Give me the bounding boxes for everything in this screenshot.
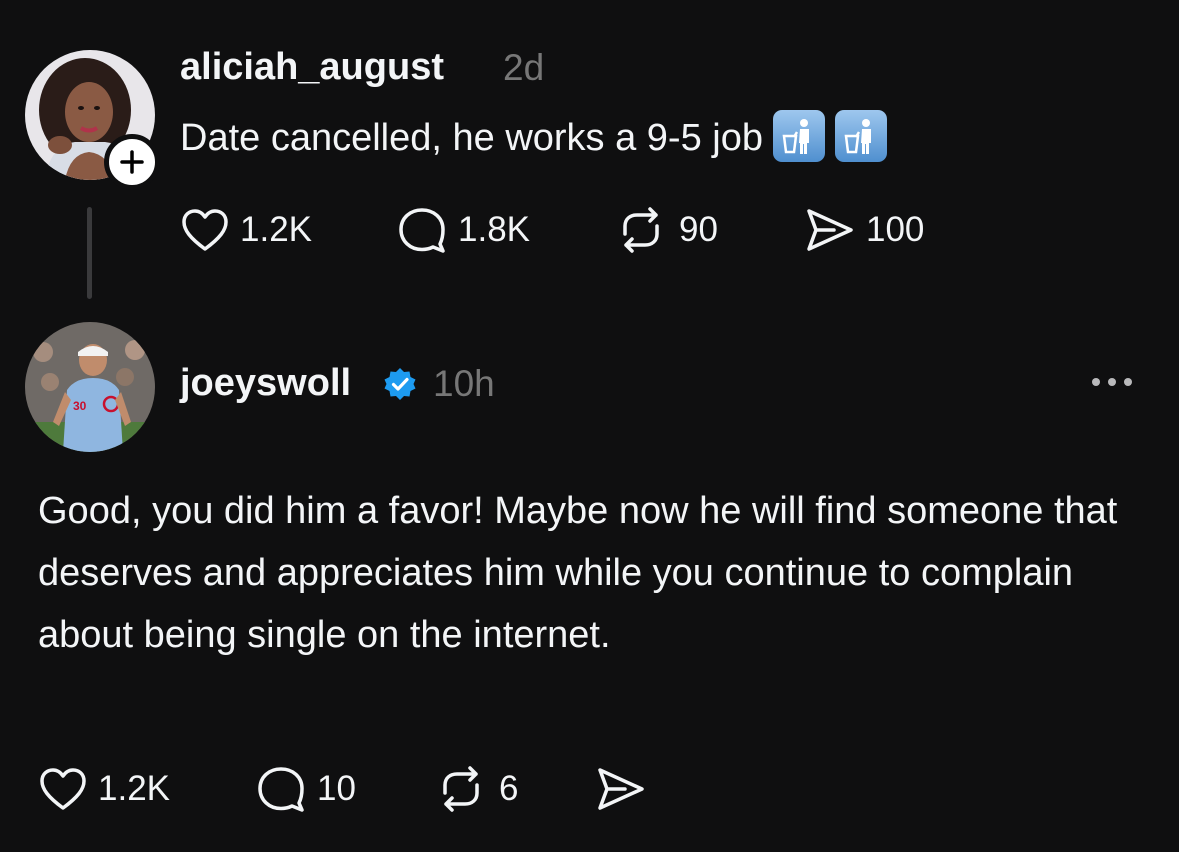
like-button[interactable]: 1.2K bbox=[38, 764, 170, 814]
post-text: Date cancelled, he works a 9-5 job bbox=[180, 107, 887, 169]
thread-connector bbox=[87, 207, 92, 299]
username[interactable]: aliciah_august bbox=[180, 46, 444, 89]
reply-button[interactable]: 1.8K bbox=[396, 205, 530, 255]
share-button[interactable]: 100 bbox=[804, 205, 924, 255]
post-joeyswoll: 30 joeyswoll 10h Good, you did him a fav… bbox=[0, 300, 1179, 852]
comment-icon bbox=[399, 208, 445, 253]
timestamp: 10h bbox=[433, 363, 495, 404]
repost-button[interactable]: 6 bbox=[433, 764, 518, 814]
heart-icon bbox=[40, 768, 86, 810]
like-count: 1.2K bbox=[240, 210, 312, 249]
like-button[interactable]: 1.2K bbox=[180, 205, 312, 255]
reply-count: 10 bbox=[317, 769, 356, 808]
repost-count: 90 bbox=[679, 210, 718, 249]
repost-icon bbox=[443, 766, 479, 812]
reply-button[interactable]: 10 bbox=[255, 764, 356, 814]
timestamp: 2d bbox=[503, 47, 545, 88]
more-options-icon[interactable] bbox=[1092, 378, 1132, 386]
litter-emoji-icon bbox=[835, 109, 887, 162]
comment-icon bbox=[258, 767, 304, 812]
share-count: 100 bbox=[866, 210, 925, 249]
verified-badge-icon bbox=[384, 368, 416, 400]
repost-icon bbox=[623, 207, 659, 253]
post-text: Good, you did him a favor! Maybe now he … bbox=[38, 490, 1118, 656]
like-count: 1.2K bbox=[98, 769, 170, 808]
post-text-content: Date cancelled, he works a 9-5 job bbox=[180, 117, 763, 159]
share-button[interactable] bbox=[595, 764, 657, 814]
post-aliciah: aliciah_august 2d Date cancelled, he wor… bbox=[0, 0, 1179, 300]
svg-text:30: 30 bbox=[73, 399, 87, 413]
heart-icon bbox=[182, 209, 228, 251]
repost-button[interactable]: 90 bbox=[613, 205, 718, 255]
reply-count: 1.8K bbox=[458, 210, 530, 249]
plus-icon bbox=[120, 150, 144, 174]
litter-emoji-icon bbox=[773, 109, 825, 162]
username[interactable]: joeyswoll bbox=[180, 362, 351, 405]
follow-button[interactable] bbox=[104, 134, 160, 190]
avatar-joeyswoll[interactable]: 30 bbox=[25, 322, 155, 452]
send-icon bbox=[598, 768, 644, 810]
send-icon bbox=[807, 209, 853, 251]
repost-count: 6 bbox=[499, 769, 519, 808]
